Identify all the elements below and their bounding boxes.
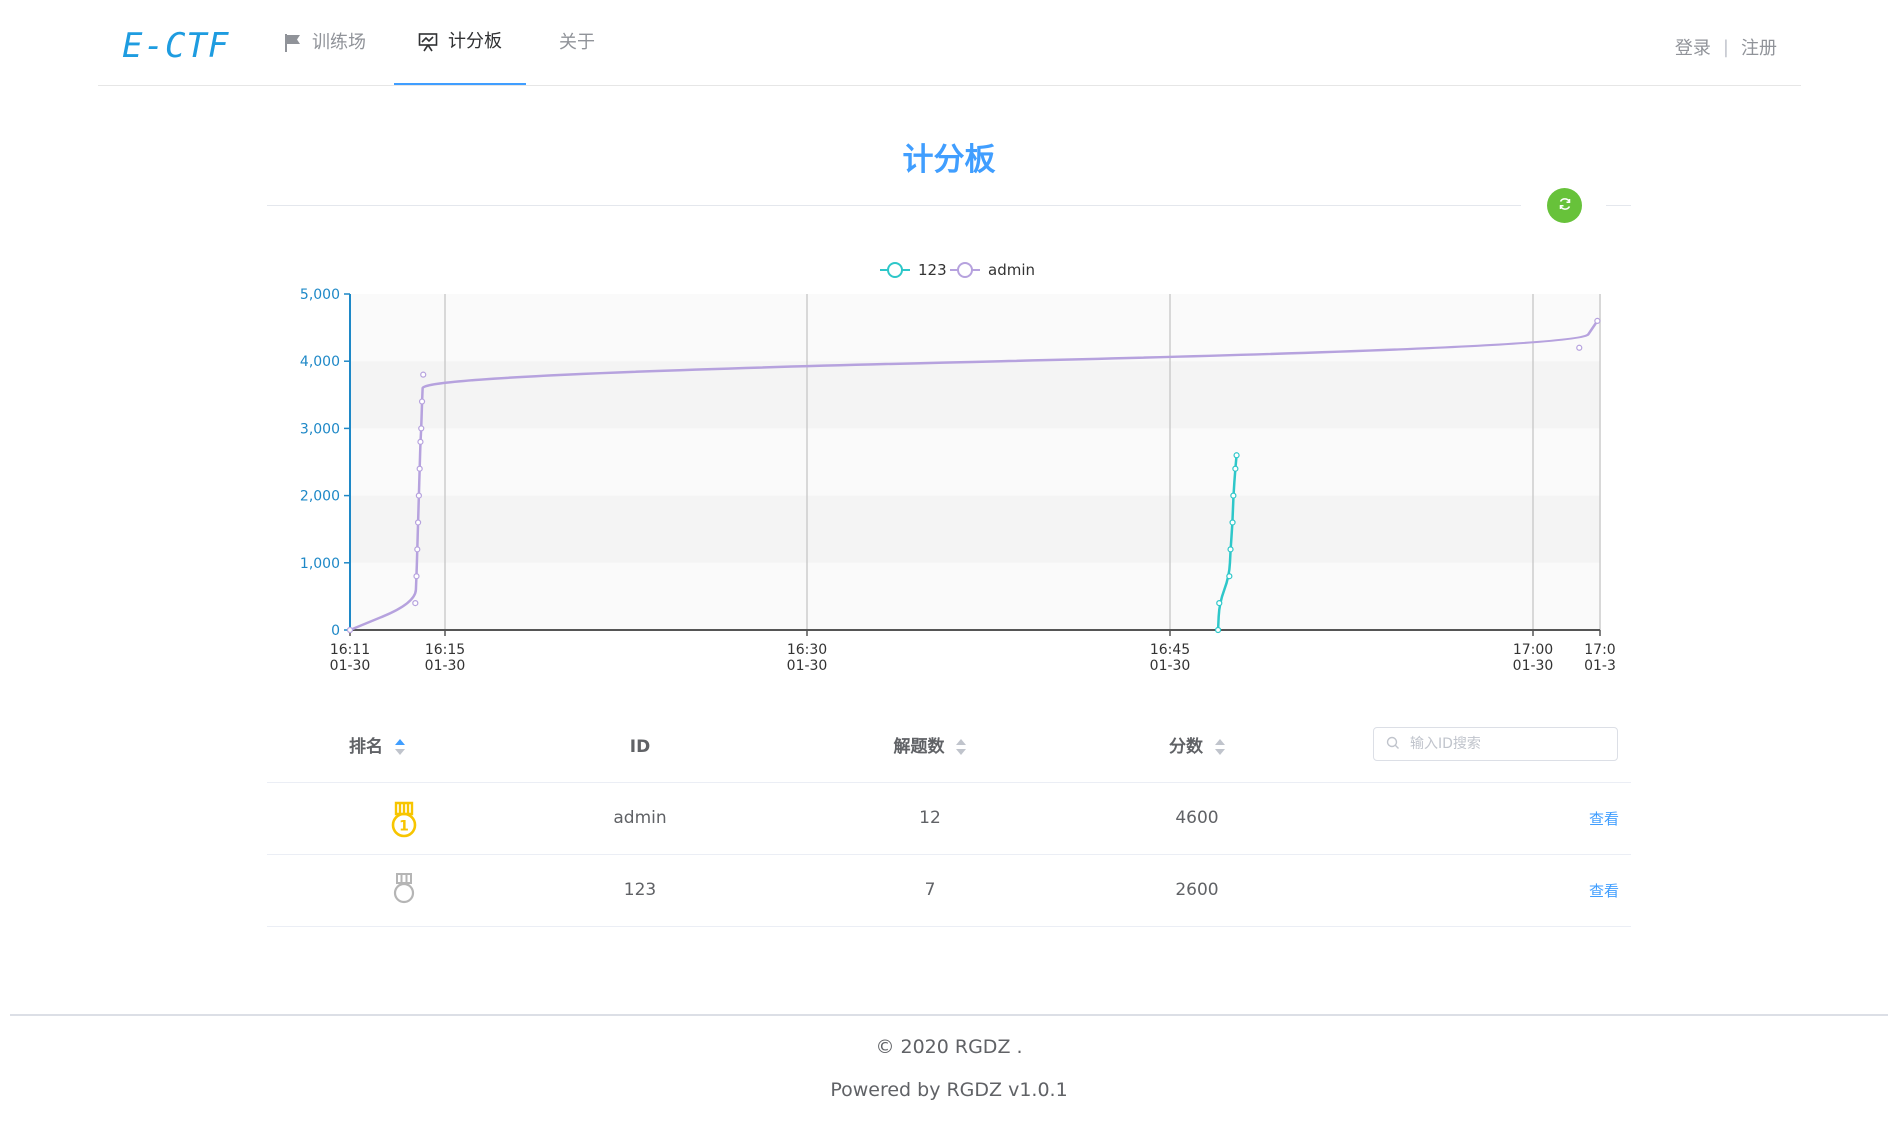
- series-point: [1216, 600, 1223, 607]
- series-point: [1230, 492, 1237, 499]
- x-tick-label: 01-30: [1150, 658, 1191, 674]
- legend-marker: [957, 262, 973, 278]
- x-tick-label: 17:00: [1513, 642, 1553, 658]
- x-tick-label: 16:15: [425, 642, 465, 658]
- legend-label: 123: [918, 261, 947, 279]
- score-chart: 01,0002,0003,0004,0005,000 16:1101-3016:…: [300, 261, 1616, 674]
- series-point: [1232, 465, 1239, 472]
- search-icon: [1386, 735, 1400, 754]
- series-point: [420, 371, 427, 378]
- footer-powered-by: Powered by RGDZ v1.0.1: [830, 1079, 1068, 1101]
- series-point: [414, 546, 421, 553]
- row-solved: 12: [919, 808, 941, 828]
- y-tick-label: 5,000: [300, 287, 340, 303]
- id-header: ID: [629, 737, 651, 757]
- chart-band: [350, 294, 1600, 362]
- rank-header-label: 排名: [349, 737, 384, 757]
- row-score: 4600: [1175, 808, 1219, 828]
- y-tick-label: 3,000: [300, 421, 340, 437]
- series-point: [416, 465, 423, 472]
- gold-medal-1-icon: 1: [389, 801, 419, 843]
- x-tick-label: 01-30: [330, 658, 371, 674]
- legend-label: admin: [988, 261, 1035, 279]
- legend-marker: [887, 262, 903, 278]
- series-point: [1227, 546, 1234, 553]
- solved-header-label: 解题数: [893, 737, 945, 757]
- score-header[interactable]: 分数: [1147, 712, 1247, 782]
- x-tick-label: 01-3: [1584, 658, 1616, 674]
- x-tick-label: 01-30: [787, 658, 828, 674]
- footer-divider: [10, 1014, 1888, 1016]
- svg-text:1: 1: [399, 819, 409, 835]
- series-point: [418, 398, 426, 405]
- x-tick-label: 17:0: [1584, 642, 1615, 658]
- table-header: 排名 ID 解题数 分数: [267, 712, 1631, 783]
- series-point: [1576, 344, 1583, 351]
- x-tick-label: 16:45: [1150, 642, 1190, 658]
- chart-band: [350, 361, 1600, 429]
- series-point: [1214, 626, 1222, 634]
- series-point: [415, 492, 422, 499]
- y-tick-label: 0: [331, 623, 340, 639]
- sort-caret-icon[interactable]: [1214, 738, 1225, 756]
- row-score: 2600: [1175, 880, 1219, 900]
- table-row: 123 7 2600 查看: [267, 855, 1631, 927]
- series-point: [1233, 452, 1240, 459]
- y-tick-label: 1,000: [300, 556, 340, 572]
- y-tick-label: 2,000: [300, 489, 340, 505]
- row-id: admin: [613, 808, 667, 828]
- table-row: 1 admin 12 4600 查看: [267, 783, 1631, 855]
- view-button[interactable]: 查看: [1589, 855, 1619, 926]
- x-tick-label: 16:30: [787, 642, 827, 658]
- id-search-box[interactable]: [1373, 727, 1618, 761]
- series-point: [1226, 573, 1233, 580]
- x-tick-label: 01-30: [1513, 658, 1554, 674]
- solved-header[interactable]: 解题数: [865, 712, 995, 782]
- series-point: [418, 425, 425, 432]
- series-point: [414, 519, 422, 526]
- series-point: [412, 600, 419, 607]
- row-id: 123: [623, 880, 657, 900]
- series-point: [346, 626, 354, 634]
- rank-header[interactable]: 排名: [327, 712, 427, 782]
- chart-band: [350, 562, 1600, 630]
- series-point: [1594, 317, 1601, 324]
- series-point: [417, 438, 424, 445]
- chart-band: [350, 428, 1600, 496]
- sort-caret-icon[interactable]: [394, 738, 405, 756]
- scoreboard-table: 排名 ID 解题数 分数 1 admin 12 4600 查看: [267, 712, 1631, 927]
- row-solved: 7: [924, 880, 936, 900]
- y-tick-label: 4,000: [300, 354, 340, 370]
- series-point: [413, 573, 420, 580]
- view-button[interactable]: 查看: [1589, 783, 1619, 854]
- x-tick-label: 16:11: [330, 642, 370, 658]
- sort-caret-icon[interactable]: [956, 738, 967, 756]
- id-search-input[interactable]: [1408, 735, 1612, 753]
- score-header-label: 分数: [1169, 737, 1204, 757]
- footer-copyright: © 2020 RGDZ .: [875, 1036, 1023, 1058]
- x-tick-label: 01-30: [425, 658, 466, 674]
- series-point: [1229, 519, 1236, 526]
- gray-medal-icon: [392, 872, 416, 908]
- chart-band: [350, 495, 1600, 563]
